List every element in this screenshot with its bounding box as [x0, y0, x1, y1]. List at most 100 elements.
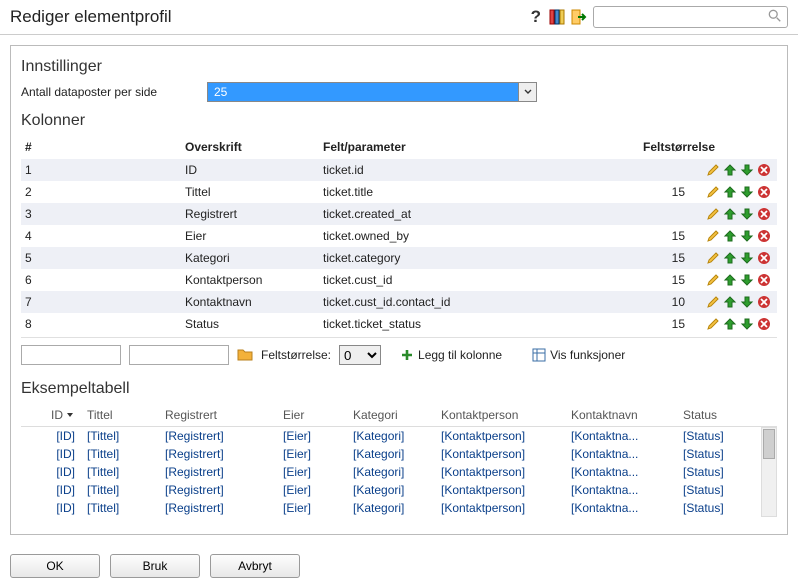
sample-cell-kn: [Kontaktna... [565, 445, 677, 463]
col-felt: ticket.title [319, 183, 639, 201]
col-actions [689, 161, 777, 179]
delete-icon[interactable] [757, 229, 771, 243]
sample-cell-kat: [Kategori] [347, 481, 435, 499]
delete-icon[interactable] [757, 317, 771, 331]
delete-icon[interactable] [757, 295, 771, 309]
exit-icon[interactable] [571, 9, 587, 25]
settings-heading: Innstillinger [21, 58, 777, 76]
sample-cell-kat: [Kategori] [347, 427, 435, 445]
delete-icon[interactable] [757, 185, 771, 199]
col-actions [689, 227, 777, 245]
arrow-down-icon[interactable] [740, 207, 754, 221]
arrow-up-icon[interactable] [723, 317, 737, 331]
sample-head-eier[interactable]: Eier [277, 406, 347, 424]
avbryt-button[interactable]: Avbryt [210, 554, 300, 578]
sample-row: [ID] [Tittel] [Registrert] [Eier] [Kateg… [21, 445, 777, 463]
arrow-up-icon[interactable] [723, 207, 737, 221]
search-input[interactable] [593, 6, 788, 28]
col-actions [689, 205, 777, 223]
column-row: 5 Kategori ticket.category 15 [21, 247, 777, 269]
sample-cell-reg: [Registrert] [159, 445, 277, 463]
sample-head-kn[interactable]: Kontaktnavn [565, 406, 677, 424]
sample-head-kp[interactable]: Kontaktperson [435, 406, 565, 424]
sample-cell-reg: [Registrert] [159, 499, 277, 517]
col-overskrift: Status [181, 315, 319, 333]
settings-row: Antall dataposter per side 25 [21, 82, 777, 102]
sample-cell-kat: [Kategori] [347, 445, 435, 463]
sample-cell-eier: [Eier] [277, 427, 347, 445]
col-storrelse: 15 [639, 271, 689, 289]
sample-cell-kp: [Kontaktperson] [435, 427, 565, 445]
sample-cell-id: [ID] [21, 463, 81, 481]
col-num: 1 [21, 161, 181, 179]
sample-cell-kp: [Kontaktperson] [435, 499, 565, 517]
sample-cell-kn: [Kontaktna... [565, 499, 677, 517]
functions-icon [532, 348, 546, 362]
pencil-icon[interactable] [706, 251, 720, 265]
sample-cell-id: [ID] [21, 445, 81, 463]
new-overskrift-input[interactable] [21, 345, 121, 365]
show-functions-button[interactable]: Vis funksjoner [521, 344, 636, 366]
arrow-down-icon[interactable] [740, 273, 754, 287]
col-overskrift: Kontaktnavn [181, 293, 319, 311]
col-overskrift: ID [181, 161, 319, 179]
arrow-up-icon[interactable] [723, 185, 737, 199]
sample-cell-reg: [Registrert] [159, 481, 277, 499]
pencil-icon[interactable] [706, 185, 720, 199]
arrow-up-icon[interactable] [723, 229, 737, 243]
arrow-up-icon[interactable] [723, 163, 737, 177]
arrow-down-icon[interactable] [740, 251, 754, 265]
sample-heading: Eksempeltabell [21, 380, 777, 398]
sample-cell-st: [Status] [677, 463, 745, 481]
arrow-up-icon[interactable] [723, 251, 737, 265]
sample-head-reg[interactable]: Registrert [159, 406, 277, 424]
feltstorrelse-select[interactable]: 0 [339, 345, 381, 365]
col-storrelse: 15 [639, 227, 689, 245]
arrow-down-icon[interactable] [740, 317, 754, 331]
sample-row: [ID] [Tittel] [Registrert] [Eier] [Kateg… [21, 481, 777, 499]
pencil-icon[interactable] [706, 229, 720, 243]
delete-icon[interactable] [757, 207, 771, 221]
delete-icon[interactable] [757, 163, 771, 177]
sample-head-id[interactable]: ID [21, 406, 81, 424]
search-icon[interactable] [768, 9, 782, 23]
sample-cell-reg: [Registrert] [159, 427, 277, 445]
page-title: Rediger elementprofil [10, 7, 172, 27]
sample-head-st[interactable]: Status [677, 406, 745, 424]
sample-head-kat[interactable]: Kategori [347, 406, 435, 424]
delete-icon[interactable] [757, 251, 771, 265]
arrow-up-icon[interactable] [723, 273, 737, 287]
pencil-icon[interactable] [706, 295, 720, 309]
help-button[interactable]: ? [531, 7, 541, 27]
col-head-felt: Felt/parameter [319, 138, 639, 156]
add-column-button[interactable]: Legg til kolonne [389, 344, 513, 366]
columns-icon[interactable] [549, 9, 565, 25]
pencil-icon[interactable] [706, 163, 720, 177]
column-row: 3 Registrert ticket.created_at [21, 203, 777, 225]
col-num: 4 [21, 227, 181, 245]
ok-button[interactable]: OK [10, 554, 100, 578]
arrow-down-icon[interactable] [740, 295, 754, 309]
folder-icon[interactable] [237, 347, 253, 363]
sample-cell-tittel: [Tittel] [81, 499, 159, 517]
col-actions [689, 183, 777, 201]
scrollbar[interactable] [761, 427, 777, 517]
pencil-icon[interactable] [706, 273, 720, 287]
arrow-down-icon[interactable] [740, 163, 754, 177]
bruk-button[interactable]: Bruk [110, 554, 200, 578]
sample-head-tittel[interactable]: Tittel [81, 406, 159, 424]
delete-icon[interactable] [757, 273, 771, 287]
sample-cell-tittel: [Tittel] [81, 445, 159, 463]
per-page-label: Antall dataposter per side [21, 85, 207, 99]
arrow-up-icon[interactable] [723, 295, 737, 309]
col-overskrift: Kategori [181, 249, 319, 267]
arrow-down-icon[interactable] [740, 229, 754, 243]
new-felt-input[interactable] [129, 345, 229, 365]
per-page-select[interactable]: 25 [207, 82, 537, 102]
col-felt: ticket.created_at [319, 205, 639, 223]
sample-cell-kn: [Kontaktna... [565, 427, 677, 445]
arrow-down-icon[interactable] [740, 185, 754, 199]
pencil-icon[interactable] [706, 207, 720, 221]
pencil-icon[interactable] [706, 317, 720, 331]
scrollbar-thumb[interactable] [763, 429, 775, 459]
